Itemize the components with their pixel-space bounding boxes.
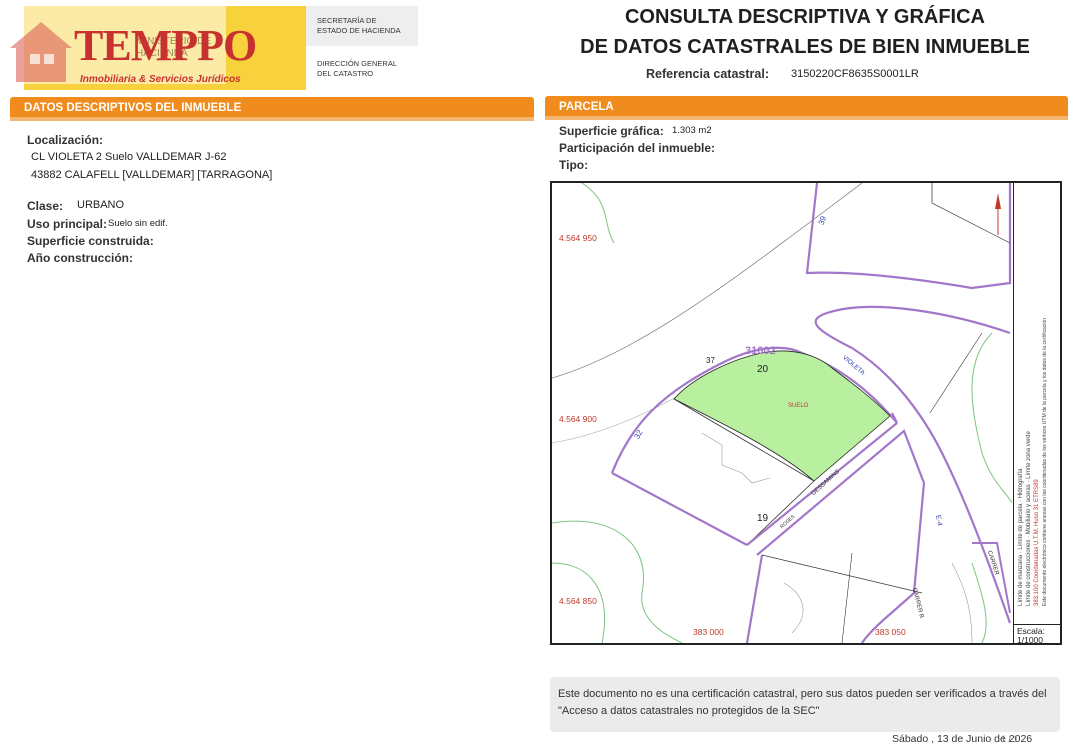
anio-construccion-label: Año construcción:	[27, 251, 134, 265]
block-id-label: 31602	[745, 345, 776, 357]
section-header-parcela: PARCELA	[545, 96, 1068, 116]
participacion-label: Participación del inmueble:	[559, 141, 716, 155]
document-title-line2: DE DATOS CATASTRALES DE BIEN INMUEBLE	[580, 36, 1030, 58]
agency-logo-tagline: Inmobiliaria & Servicios Jurídicos	[80, 74, 241, 85]
parcel-line	[761, 554, 923, 594]
block-boundary	[745, 554, 764, 643]
ref-catastral-value: 3150220CF8635S0001LR	[791, 68, 919, 80]
block-boundary	[805, 183, 1012, 290]
road-edge-line	[552, 183, 863, 379]
map-scale: Escala: 1/1000	[1013, 624, 1062, 645]
legend-item: Mobiliario y aceras	[1026, 484, 1032, 535]
secretaria-text: SECRETARÍA DE ESTADO DE HACIENDA	[317, 16, 401, 35]
address-line1: CL VIOLETA 2 Suelo VALLDEMAR J-62	[31, 151, 227, 163]
uso-value: Suelo sin edif.	[108, 218, 168, 229]
coord-y-label: 4.564 950	[559, 233, 597, 243]
legend-item: Límite de parcela	[1018, 503, 1024, 550]
agency-logo-name: TEMPPO	[74, 21, 257, 70]
green-zone-line	[971, 562, 987, 643]
section-header-datos: DATOS DESCRIPTIVOS DEL INMUEBLE	[10, 97, 534, 117]
clase-value: URBANO	[77, 199, 125, 211]
legend-coord-note: 383.100 Coordenadas U.T.M. Huso 31 ETRS8…	[1034, 479, 1040, 606]
legend-item: Hidrografía	[1018, 468, 1024, 499]
legend-item: Límite de manzana	[1018, 554, 1024, 606]
legend-item: Límite zona verde	[1026, 431, 1032, 479]
tipo-label: Tipo:	[559, 158, 589, 172]
scale-value: 1/1000	[1017, 635, 1043, 645]
superficie-construida-label: Superficie construida:	[27, 234, 154, 248]
cadastral-map-drawing	[552, 183, 1012, 643]
parcel-line	[929, 332, 983, 414]
address-line2: 43882 CALAFELL [VALLDEMAR] [TARRAGONA]	[31, 169, 273, 181]
legend-text: Límite de manzana · Límite de parcela · …	[1017, 166, 1049, 606]
building-outline	[951, 562, 973, 643]
superficie-grafica-label: Superficie gráfica:	[559, 124, 664, 138]
parcel-line	[841, 552, 853, 643]
building-outline	[783, 582, 804, 634]
section-underline	[10, 117, 534, 121]
suelo-label: SUELO	[788, 403, 809, 409]
coord-x-label: 383 000	[693, 627, 724, 637]
superficie-grafica-value: 1.303 m2	[672, 125, 712, 136]
parcel-number-label: 20	[757, 364, 769, 375]
disclaimer-note: Este documento no es una certificación c…	[550, 677, 1060, 732]
parcel-number-label: 19	[757, 513, 769, 524]
green-zone-line	[552, 520, 683, 643]
north-arrow-icon	[995, 193, 1001, 209]
direccion-general-text: DIRECCIÓN GENERAL DEL CATASTRO	[317, 59, 397, 78]
green-zone-line	[971, 332, 1012, 504]
localizacion-label: Localización:	[27, 133, 104, 147]
coord-x-label: 383 050	[875, 627, 906, 637]
block-boundary	[756, 429, 926, 643]
block-boundary	[611, 472, 748, 546]
uso-label: Uso principal:	[27, 217, 108, 231]
street-number-label: 37	[706, 356, 715, 365]
coord-y-label: 4.564 900	[559, 414, 597, 424]
legend-item: Límite de construcciones	[1026, 539, 1032, 606]
clase-label: Clase:	[27, 199, 64, 213]
house-logo-icon	[10, 22, 72, 82]
document-title-line1: CONSULTA DESCRIPTIVA Y GRÁFICA	[624, 6, 986, 28]
page-number: 1 / 1	[1001, 734, 1019, 744]
ref-catastral-label: Referencia catastral:	[646, 67, 769, 81]
coord-y-label: 4.564 850	[559, 596, 597, 606]
legend-doc-note: Este documento electrónico contiene anex…	[1042, 318, 1048, 606]
section-underline	[545, 116, 1068, 120]
